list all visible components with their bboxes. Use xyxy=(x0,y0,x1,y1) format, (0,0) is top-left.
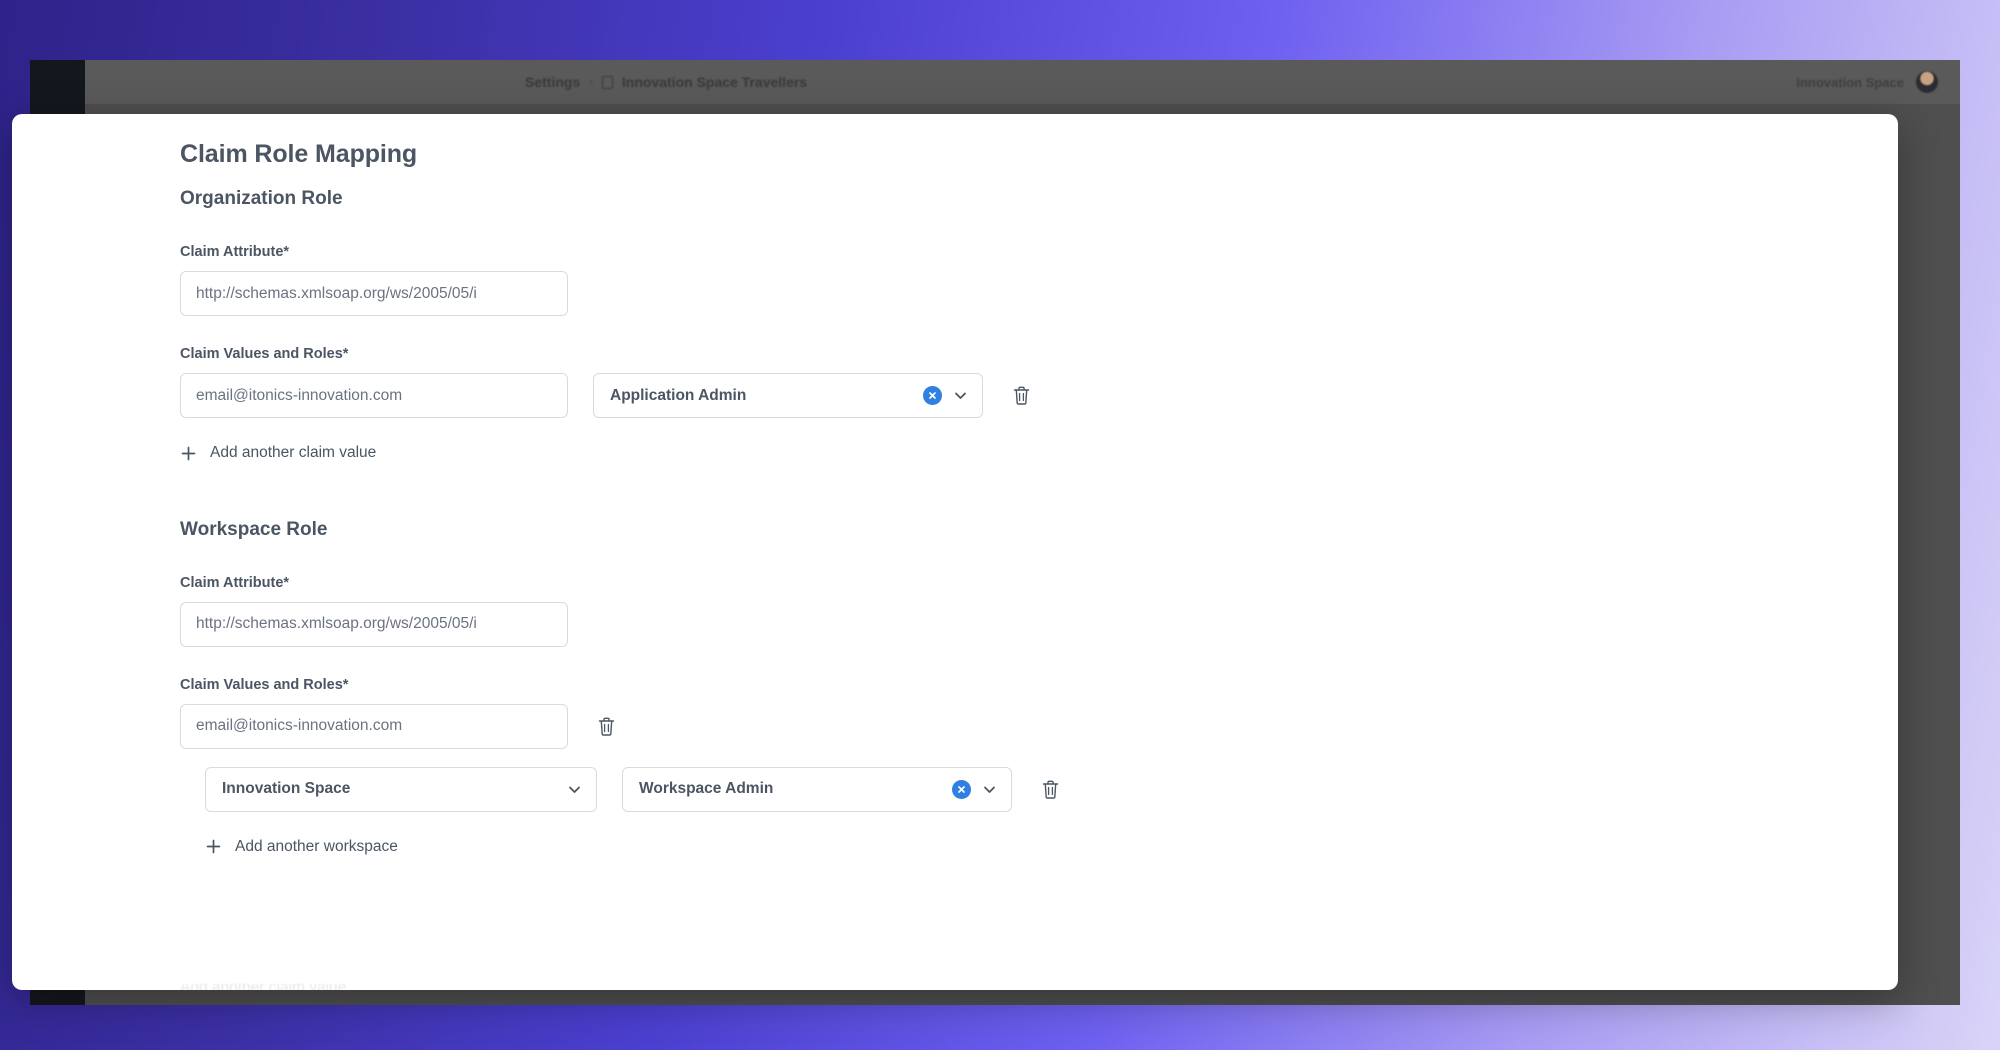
delete-claim-value-org-button[interactable] xyxy=(1008,383,1034,409)
section-title-workspace-role: Workspace Role xyxy=(180,518,328,540)
delete-claim-value-workspace-button[interactable] xyxy=(593,713,619,739)
label-claim-attribute-org: Claim Attribute* xyxy=(180,244,290,260)
plus-icon xyxy=(180,445,197,462)
trash-icon xyxy=(1013,386,1029,405)
clear-circle-icon[interactable] xyxy=(923,386,942,405)
breadcrumb-current: Innovation Space Travellers xyxy=(621,74,808,90)
chevron-down-icon[interactable] xyxy=(952,387,969,404)
select-workspace-role[interactable]: Workspace Admin xyxy=(622,766,1012,812)
select-organization-role[interactable]: Application Admin xyxy=(593,373,983,418)
document-icon xyxy=(601,75,613,89)
add-another-claim-value-button[interactable]: Add another claim value xyxy=(180,444,376,462)
input-claim-value-workspace[interactable]: email@itonics-innovation.com xyxy=(180,703,568,749)
label-claim-values-org: Claim Values and Roles* xyxy=(180,346,349,362)
claim-role-mapping-modal: Claim Role Mapping Organization Role Cla… xyxy=(12,114,1898,990)
label-claim-attribute-workspace: Claim Attribute* xyxy=(180,574,290,591)
claim-value-row-workspace: email@itonics-innovation.com xyxy=(180,703,1838,749)
section-title-organization-role: Organization Role xyxy=(180,188,343,209)
workspace-role-row: Innovation Space Workspace Admin xyxy=(180,766,1838,812)
breadcrumb-separator: › xyxy=(589,76,593,88)
app-topbar: Settings › Innovation Space Travellers I… xyxy=(85,60,1960,104)
input-claim-attribute-org[interactable]: http://schemas.xmlsoap.org/ws/2005/05/i xyxy=(180,271,568,316)
page-root: Settings › Innovation Space Travellers I… xyxy=(0,0,2000,1050)
clear-circle-icon[interactable] xyxy=(952,779,971,799)
add-another-workspace-label: Add another workspace xyxy=(235,837,398,855)
select-workspace-role-value: Workspace Admin xyxy=(639,780,774,797)
add-another-claim-value-label: Add another claim value xyxy=(210,444,377,461)
trash-icon xyxy=(598,717,614,736)
clipped-add-claim-value-row[interactable]: Add another claim value xyxy=(180,984,346,990)
select-workspace[interactable]: Innovation Space xyxy=(205,766,597,812)
modal-title: Claim Role Mapping xyxy=(180,140,418,168)
breadcrumb-root[interactable]: Settings xyxy=(525,74,580,90)
plus-icon xyxy=(205,838,222,855)
trash-icon xyxy=(1042,780,1058,799)
input-claim-value-org[interactable]: email@itonics-innovation.com xyxy=(180,373,568,418)
topbar-right: Innovation Space xyxy=(1796,71,1938,93)
user-avatar-icon[interactable] xyxy=(1916,71,1938,93)
delete-workspace-role-button[interactable] xyxy=(1037,776,1063,802)
claim-value-row-org: email@itonics-innovation.com Application… xyxy=(180,373,1838,418)
input-claim-attribute-workspace[interactable]: http://schemas.xmlsoap.org/ws/2005/05/i xyxy=(180,601,568,647)
workspace-name: Innovation Space xyxy=(1796,74,1904,90)
label-claim-values-workspace: Claim Values and Roles* xyxy=(180,676,349,693)
chevron-down-icon[interactable] xyxy=(566,781,583,798)
clipped-add-label: Add another claim value xyxy=(180,984,346,990)
select-workspace-value: Innovation Space xyxy=(222,780,351,797)
breadcrumb: Settings › Innovation Space Travellers xyxy=(525,74,807,90)
select-organization-role-value: Application Admin xyxy=(610,386,747,404)
add-another-workspace-button[interactable]: Add another workspace xyxy=(180,838,398,856)
chevron-down-icon[interactable] xyxy=(981,781,998,798)
